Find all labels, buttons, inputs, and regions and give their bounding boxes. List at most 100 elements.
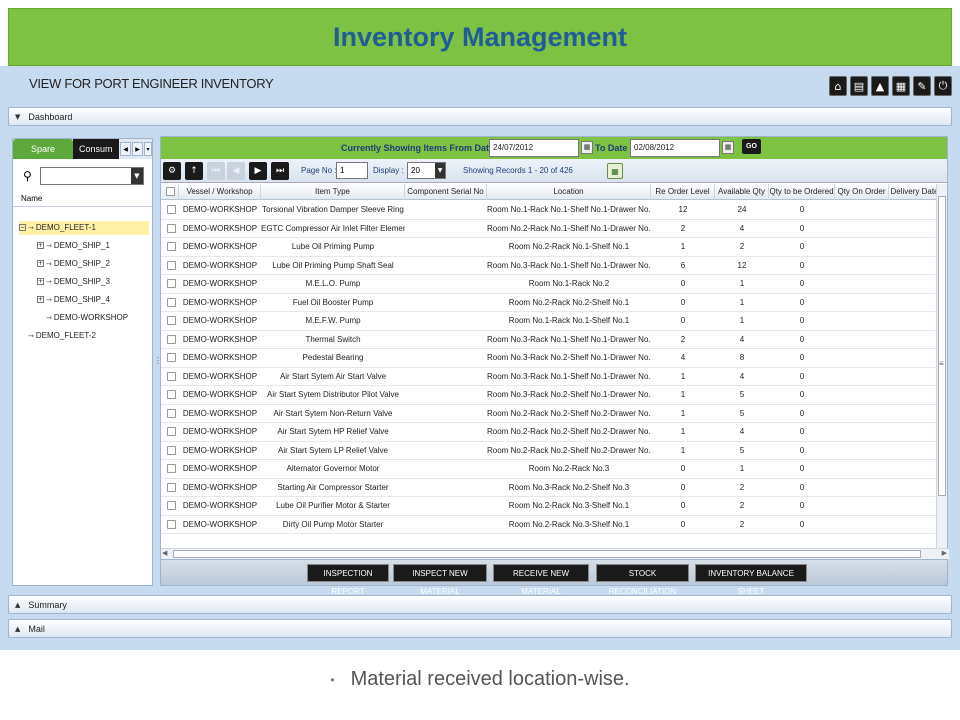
prev-page-icon[interactable]: ◀: [227, 162, 245, 180]
tree-node[interactable]: + → DEMO_SHIP_2: [37, 257, 110, 271]
tree-node[interactable]: + → DEMO_SHIP_1: [37, 239, 110, 253]
last-page-icon[interactable]: ⏭: [271, 162, 289, 180]
column-header[interactable]: Qty On Order: [835, 184, 889, 200]
expand-icon[interactable]: +: [37, 278, 44, 286]
column-header[interactable]: Location: [487, 184, 651, 200]
first-page-icon[interactable]: ⏮: [207, 162, 225, 180]
table-row[interactable]: DEMO-WORKSHOP Air Start Sytem Non-Return …: [161, 405, 937, 423]
chevron-down-icon[interactable]: ▼: [435, 163, 445, 178]
from-date-input[interactable]: 24/07/2012: [489, 139, 579, 157]
search-icon[interactable]: ⚲: [23, 169, 32, 183]
table-row[interactable]: DEMO-WORKSHOP Alternator Governor Motor Ro…: [161, 460, 937, 479]
page-no-input[interactable]: 1: [336, 162, 368, 179]
row-checkbox[interactable]: [167, 205, 176, 214]
display-select[interactable]: 20 ▼: [407, 162, 446, 179]
export-excel-icon[interactable]: ▦: [607, 163, 623, 179]
table-row[interactable]: DEMO-WORKSHOP Lube Oil Purifier Motor & S…: [161, 497, 937, 516]
pencil-icon[interactable]: ✎: [913, 76, 931, 96]
table-row[interactable]: DEMO-WORKSHOP Air Start Sytem Air Start V…: [161, 368, 937, 386]
mail-panel-header[interactable]: ▲ Mail: [8, 619, 952, 638]
calendar-icon[interactable]: ▦: [581, 141, 593, 154]
summary-panel-header[interactable]: ▲ Summary: [8, 595, 952, 614]
row-checkbox[interactable]: [167, 427, 176, 436]
inspect-new-material-button[interactable]: INSPECT NEW MATERIAL: [393, 564, 487, 596]
table-row[interactable]: DEMO-WORKSHOP M.E.L.O. Pump Room No.1-Rack…: [161, 275, 937, 294]
select-all-checkbox[interactable]: [166, 187, 175, 196]
tab-menu-icon[interactable]: ▾: [144, 142, 152, 156]
table-row[interactable]: DEMO-WORKSHOP Air Start Sytem HP Relief V…: [161, 423, 937, 442]
table-row[interactable]: DEMO-WORKSHOP Pedestal Bearing Room No.3-R…: [161, 349, 937, 368]
tree-node[interactable]: → DEMO-WORKSHOP: [37, 311, 128, 325]
inventory-balance-sheet-button[interactable]: INVENTORY BALANCE SHEET: [695, 564, 807, 596]
scroll-right-icon[interactable]: ▶: [942, 549, 947, 557]
scroll-left-icon[interactable]: ◀: [162, 549, 167, 557]
tab-consumables[interactable]: Consum: [73, 139, 119, 159]
table-row[interactable]: DEMO-WORKSHOP Lube Oil Priming Pump Room N…: [161, 238, 937, 257]
table-row[interactable]: DEMO-WORKSHOP Air Start Sytem LP Relief V…: [161, 442, 937, 460]
tab-next-icon[interactable]: ▶: [132, 142, 143, 156]
next-page-icon[interactable]: ▶: [249, 162, 267, 180]
table-row[interactable]: DEMO-WORKSHOP Thermal Switch Room No.3-Rac…: [161, 331, 937, 349]
table-row[interactable]: DEMO-WORKSHOP Torsional Vibration Damper …: [161, 201, 937, 220]
tree-node[interactable]: − → DEMO_FLEET-1: [19, 221, 149, 235]
home-icon[interactable]: ⌂: [829, 76, 847, 96]
go-button[interactable]: GO: [742, 139, 761, 154]
table-row[interactable]: DEMO-WORKSHOP Air Start Sytem Distributor…: [161, 386, 937, 405]
column-header[interactable]: Re Order Level: [651, 184, 715, 200]
row-checkbox[interactable]: [167, 260, 176, 270]
table-row[interactable]: DEMO-WORKSHOP EGTC Compressor Air Inlet F…: [161, 220, 937, 238]
column-header[interactable]: Available Qty: [715, 184, 769, 200]
row-checkbox[interactable]: [167, 501, 176, 510]
vertical-scrollbar[interactable]: ≡: [936, 184, 947, 548]
collapse-icon[interactable]: −: [19, 224, 26, 232]
upload-icon[interactable]: ↑: [185, 162, 203, 180]
tree-search-input[interactable]: ▼: [39, 167, 144, 185]
expand-icon[interactable]: +: [37, 296, 44, 304]
alert-icon[interactable]: ▲: [871, 76, 889, 96]
row-checkbox[interactable]: [167, 353, 176, 362]
row-checkbox[interactable]: [167, 242, 176, 251]
row-checkbox[interactable]: [167, 445, 176, 455]
table-row[interactable]: DEMO-WORKSHOP Lube Oil Priming Pump Shaft…: [161, 257, 937, 275]
expand-icon[interactable]: +: [37, 242, 44, 250]
tab-spare[interactable]: Spare: [13, 139, 73, 159]
column-header[interactable]: Delivery Date: [889, 184, 941, 200]
table-row[interactable]: DEMO-WORKSHOP Fuel Oil Booster Pump Room N…: [161, 294, 937, 312]
stock-reconciliation-button[interactable]: STOCK RECONCILIATION: [596, 564, 689, 596]
row-checkbox[interactable]: [167, 297, 176, 307]
printer-icon[interactable]: ▤: [850, 76, 868, 96]
calendar-icon[interactable]: ▦: [722, 141, 734, 154]
column-header[interactable]: Item Type: [261, 184, 405, 200]
table-row[interactable]: DEMO-WORKSHOP Starting Air Compressor Sta…: [161, 479, 937, 497]
dashboard-panel-header[interactable]: ▼ Dashboard: [8, 107, 952, 126]
column-header[interactable]: Component Serial No: [405, 184, 487, 200]
horizontal-scrollbar[interactable]: ◀ ▶: [161, 548, 949, 559]
row-checkbox[interactable]: [167, 334, 176, 344]
power-icon[interactable]: ⏻: [934, 76, 952, 96]
row-checkbox[interactable]: [167, 408, 176, 418]
tab-prev-icon[interactable]: ◀: [120, 142, 131, 156]
horizontal-scroll-thumb[interactable]: [173, 550, 921, 558]
chevron-down-icon[interactable]: ▼: [130, 168, 143, 184]
row-checkbox[interactable]: [167, 519, 176, 529]
receive-new-material-button[interactable]: RECEIVE NEW MATERIAL: [493, 564, 589, 596]
gear-icon[interactable]: ⚙: [163, 162, 181, 180]
document-icon[interactable]: ▦: [892, 76, 910, 96]
row-checkbox[interactable]: [167, 464, 176, 473]
tree-node[interactable]: → DEMO_FLEET-2: [19, 329, 96, 343]
row-checkbox[interactable]: [167, 223, 176, 233]
tree-node[interactable]: + → DEMO_SHIP_3: [37, 275, 110, 289]
to-date-input[interactable]: 02/08/2012: [630, 139, 720, 157]
column-header[interactable]: Vessel / Workshop: [179, 184, 261, 200]
row-checkbox[interactable]: [167, 316, 176, 325]
column-header[interactable]: Qty to be Ordered: [769, 184, 835, 200]
row-checkbox[interactable]: [167, 279, 176, 288]
tree-node[interactable]: + → DEMO_SHIP_4: [37, 293, 110, 307]
inspection-report-button[interactable]: INSPECTION REPORT: [307, 564, 389, 596]
table-row[interactable]: DEMO-WORKSHOP M.E.F.W. Pump Room No.1-Rack…: [161, 312, 937, 331]
row-checkbox[interactable]: [167, 371, 176, 381]
table-row[interactable]: DEMO-WORKSHOP Dirty Oil Pump Motor Starte…: [161, 516, 937, 534]
vertical-scroll-thumb[interactable]: [938, 196, 946, 496]
expand-icon[interactable]: +: [37, 260, 44, 268]
row-checkbox[interactable]: [167, 482, 176, 492]
